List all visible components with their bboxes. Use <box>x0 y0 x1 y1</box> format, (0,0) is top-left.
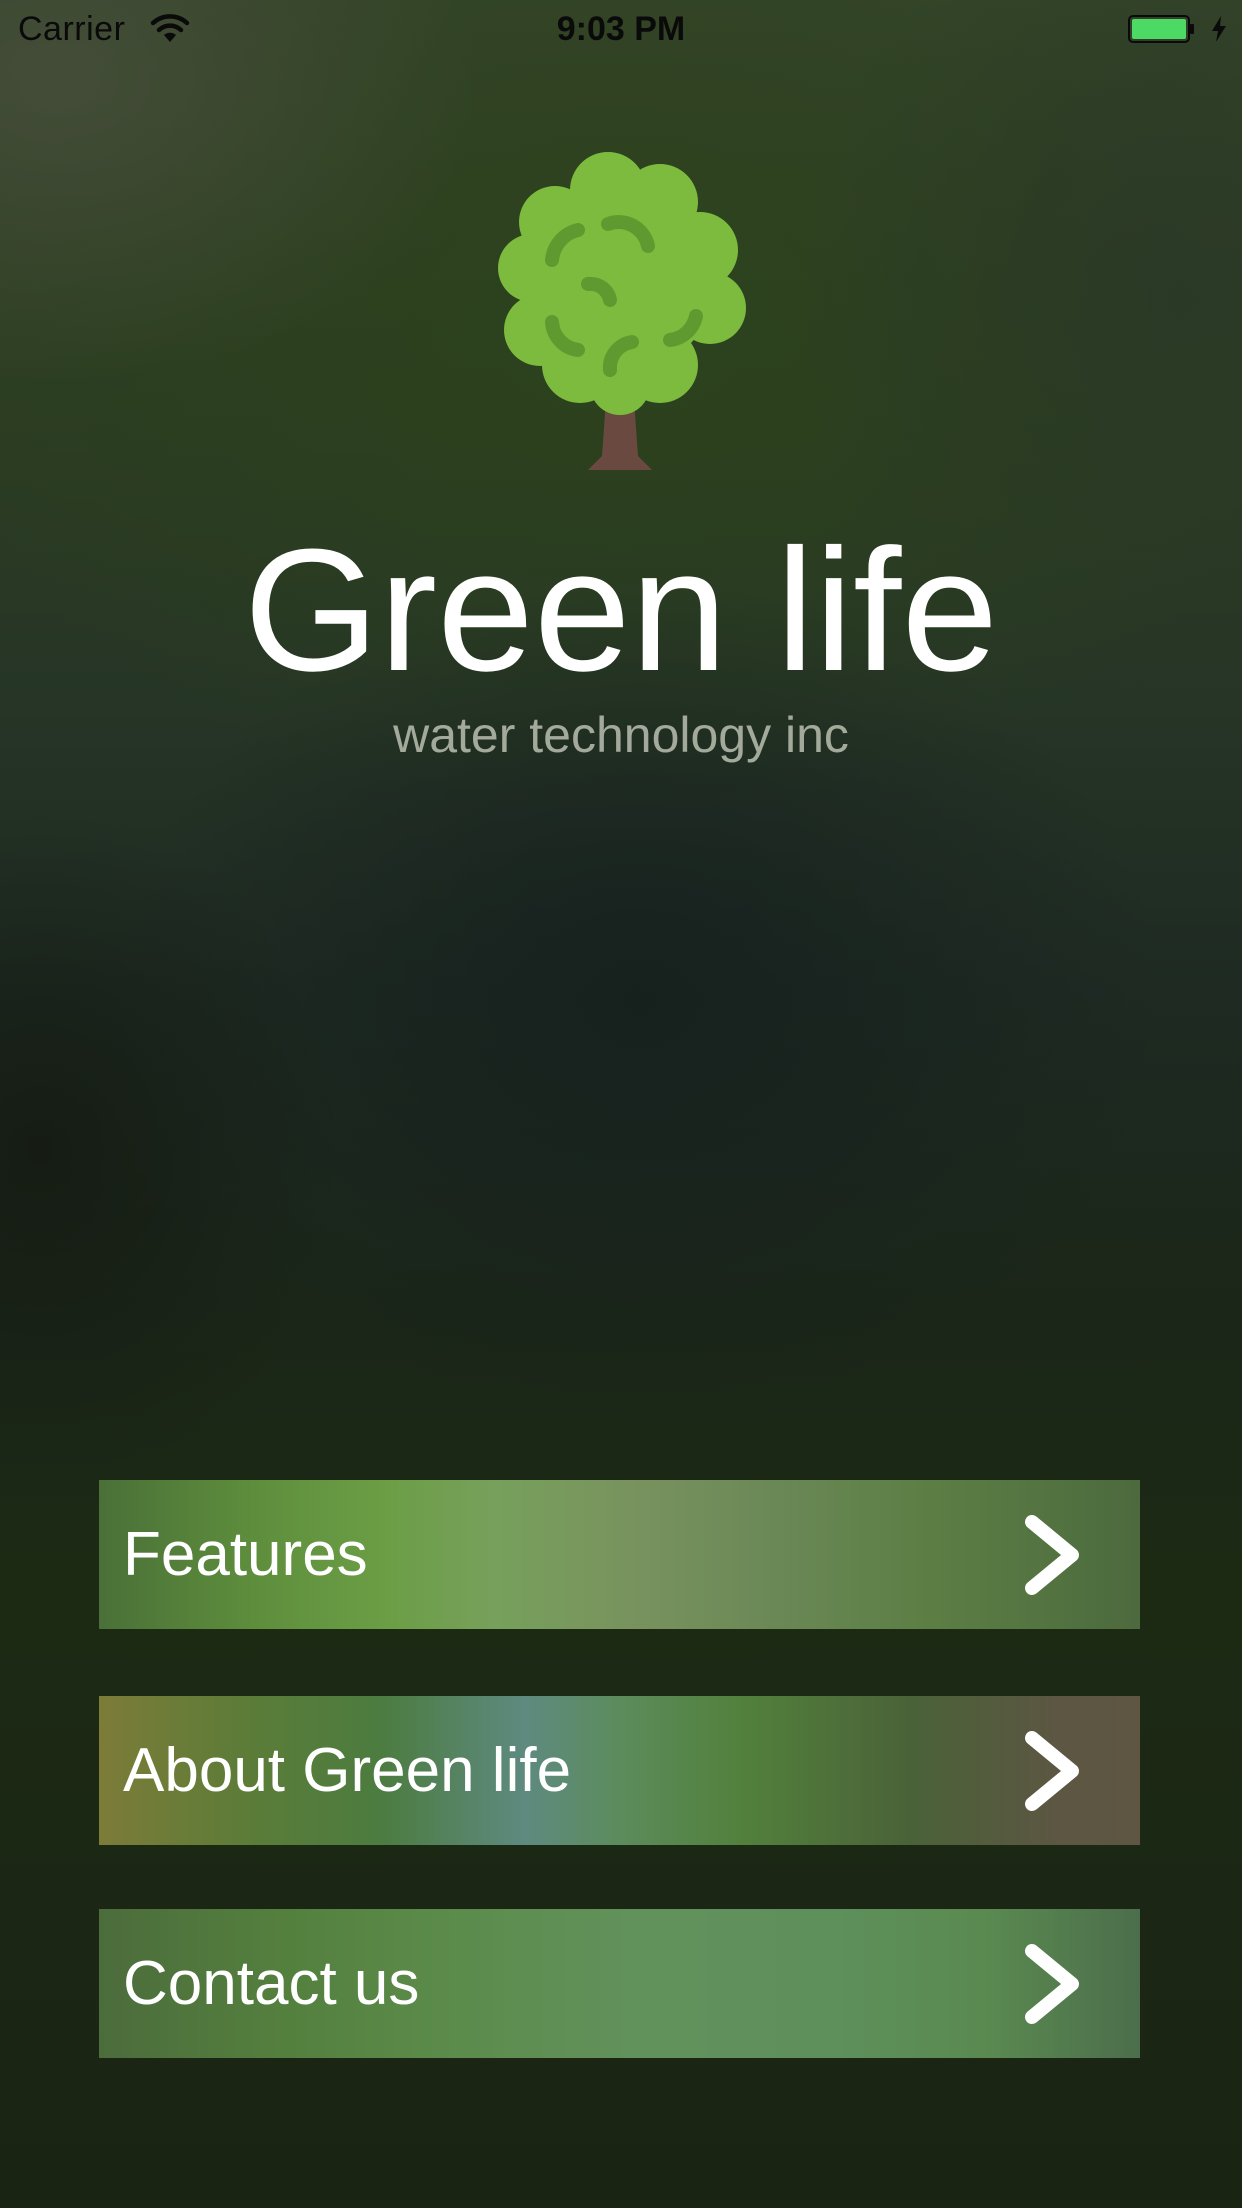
about-label: About Green life <box>123 1736 572 1805</box>
app-title: Green life <box>243 512 999 707</box>
battery-icon <box>1128 15 1194 43</box>
tree-icon <box>498 152 746 470</box>
features-button[interactable]: Features <box>99 1480 1140 1629</box>
chevron-right-icon <box>1025 1944 1079 2024</box>
app-subtitle: water technology inc <box>393 707 849 763</box>
chevron-right-icon <box>1025 1515 1079 1595</box>
contact-label: Contact us <box>123 1949 420 2018</box>
charging-bolt-icon <box>1212 16 1226 42</box>
clock: 9:03 PM <box>556 10 686 48</box>
chevron-right-icon <box>1025 1731 1079 1811</box>
about-button[interactable]: About Green life <box>99 1696 1140 1845</box>
contact-button[interactable]: Contact us <box>99 1909 1140 2058</box>
status-bar: Carrier 9:03 PM <box>0 0 1242 60</box>
features-label: Features <box>123 1520 368 1589</box>
